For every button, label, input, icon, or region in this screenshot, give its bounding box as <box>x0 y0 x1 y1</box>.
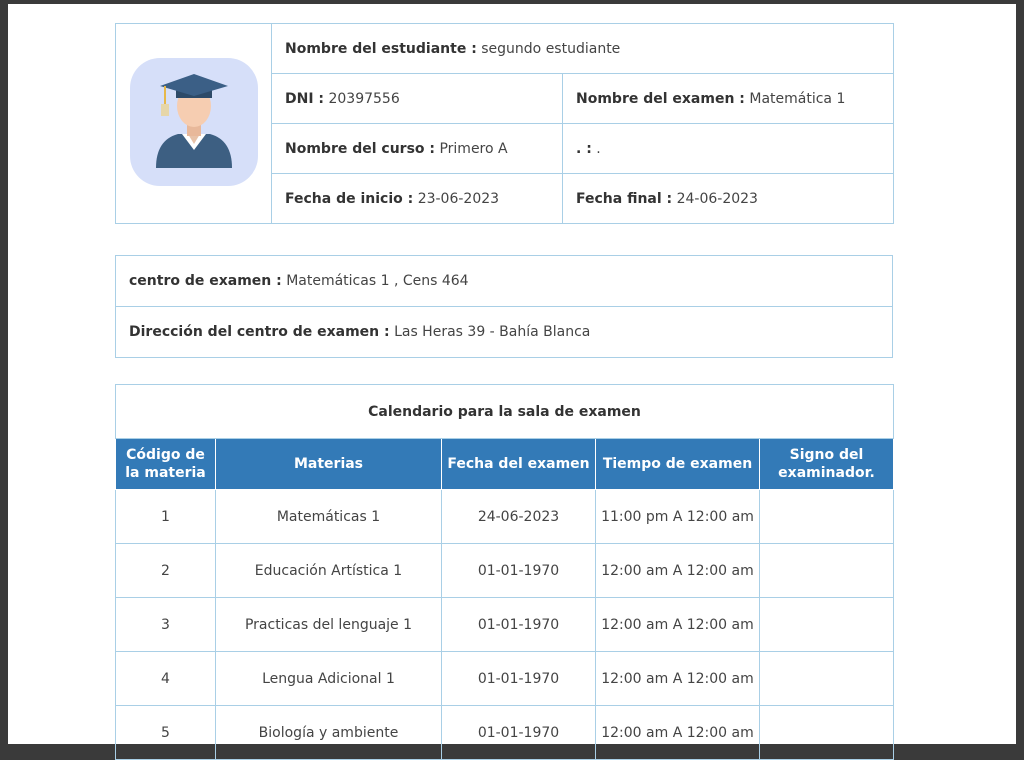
row-date: 01-01-1970 <box>441 651 596 706</box>
row-date: 01-01-1970 <box>441 705 596 760</box>
end-date-cell: Fecha final : 24-06-2023 <box>561 173 895 224</box>
row-time: 12:00 am A 12:00 am <box>595 597 760 652</box>
header-examiner-sign: Signo del examinador. <box>759 438 894 490</box>
row-subject: Practicas del lenguaje 1 <box>215 597 442 652</box>
exam-center-cell: centro de examen : Matemáticas 1 , Cens … <box>115 255 893 307</box>
exam-address-value: Las Heras 39 - Bahía Blanca <box>394 324 591 340</box>
exam-name-label: Nombre del examen : <box>576 90 745 107</box>
course-value: Primero A <box>439 140 508 157</box>
graduate-avatar-icon <box>129 57 258 186</box>
end-date-value: 24-06-2023 <box>676 190 758 207</box>
course-cell: Nombre del curso : Primero A <box>271 123 563 174</box>
student-photo-cell <box>115 23 272 224</box>
row-sign <box>759 597 894 652</box>
table-row: 4 Lengua Adicional 1 01-01-1970 12:00 am… <box>115 651 894 706</box>
extra-value: . <box>596 140 601 157</box>
row-sign <box>759 705 894 760</box>
row-time: 11:00 pm A 12:00 am <box>595 489 760 544</box>
row-code: 2 <box>115 543 216 598</box>
row-code: 1 <box>115 489 216 544</box>
dni-label: DNI : <box>285 90 325 107</box>
exam-address-cell: Dirección del centro de examen : Las Her… <box>115 306 893 358</box>
extra-cell: . : . <box>561 123 895 174</box>
row-time: 12:00 am A 12:00 am <box>595 543 760 598</box>
table-row: 5 Biología y ambiente 01-01-1970 12:00 a… <box>115 705 894 760</box>
schedule-caption: Calendario para la sala de examen <box>115 384 894 439</box>
row-code: 3 <box>115 597 216 652</box>
row-date: 24-06-2023 <box>441 489 596 544</box>
exam-center-table: centro de examen : Matemáticas 1 , Cens … <box>115 255 893 358</box>
header-exam-time: Tiempo de examen <box>595 438 760 490</box>
row-sign <box>759 543 894 598</box>
header-subjects: Materias <box>215 438 442 490</box>
exam-name-value: Matemática 1 <box>749 90 846 107</box>
student-info-table: Nombre del estudiante : segundo estudian… <box>115 23 895 224</box>
header-exam-date: Fecha del examen <box>441 438 596 490</box>
extra-label: . : <box>576 140 592 157</box>
row-time: 12:00 am A 12:00 am <box>595 651 760 706</box>
start-date-value: 23-06-2023 <box>417 190 500 207</box>
student-name-cell: Nombre del estudiante : segundo estudian… <box>270 23 895 74</box>
exam-center-label: centro de examen : <box>129 273 282 289</box>
row-time: 12:00 am A 12:00 am <box>595 705 760 760</box>
schedule-header-row: Código de la materia Materias Fecha del … <box>115 438 894 490</box>
row-subject: Matemáticas 1 <box>215 489 442 544</box>
exam-center-value: Matemáticas 1 , Cens 464 <box>286 273 469 289</box>
row-sign <box>759 651 894 706</box>
table-row: 3 Practicas del lenguaje 1 01-01-1970 12… <box>115 597 894 652</box>
row-code: 5 <box>115 705 216 760</box>
exam-address-label: Dirección del centro de examen : <box>129 324 390 340</box>
exam-schedule-table: Calendario para la sala de examen Código… <box>115 384 894 760</box>
header-subject-code: Código de la materia <box>115 438 216 490</box>
row-date: 01-01-1970 <box>441 543 596 598</box>
row-sign <box>759 489 894 544</box>
table-row: 2 Educación Artística 1 01-01-1970 12:00… <box>115 543 894 598</box>
course-label: Nombre del curso : <box>285 140 436 157</box>
dni-value: 20397556 <box>328 90 400 107</box>
start-date-cell: Fecha de inicio : 23-06-2023 <box>271 173 563 224</box>
row-subject: Lengua Adicional 1 <box>215 651 442 706</box>
row-code: 4 <box>115 651 216 706</box>
row-subject: Educación Artística 1 <box>215 543 442 598</box>
row-date: 01-01-1970 <box>441 597 596 652</box>
student-name-label: Nombre del estudiante : <box>285 40 477 57</box>
end-date-label: Fecha final : <box>576 190 673 207</box>
table-row: 1 Matemáticas 1 24-06-2023 11:00 pm A 12… <box>115 489 894 544</box>
exam-name-cell: Nombre del examen : Matemática 1 <box>561 73 895 124</box>
student-name-value: segundo estudiante <box>481 40 621 57</box>
dni-cell: DNI : 20397556 <box>271 73 563 124</box>
start-date-label: Fecha de inicio : <box>285 190 414 207</box>
row-subject: Biología y ambiente <box>215 705 442 760</box>
